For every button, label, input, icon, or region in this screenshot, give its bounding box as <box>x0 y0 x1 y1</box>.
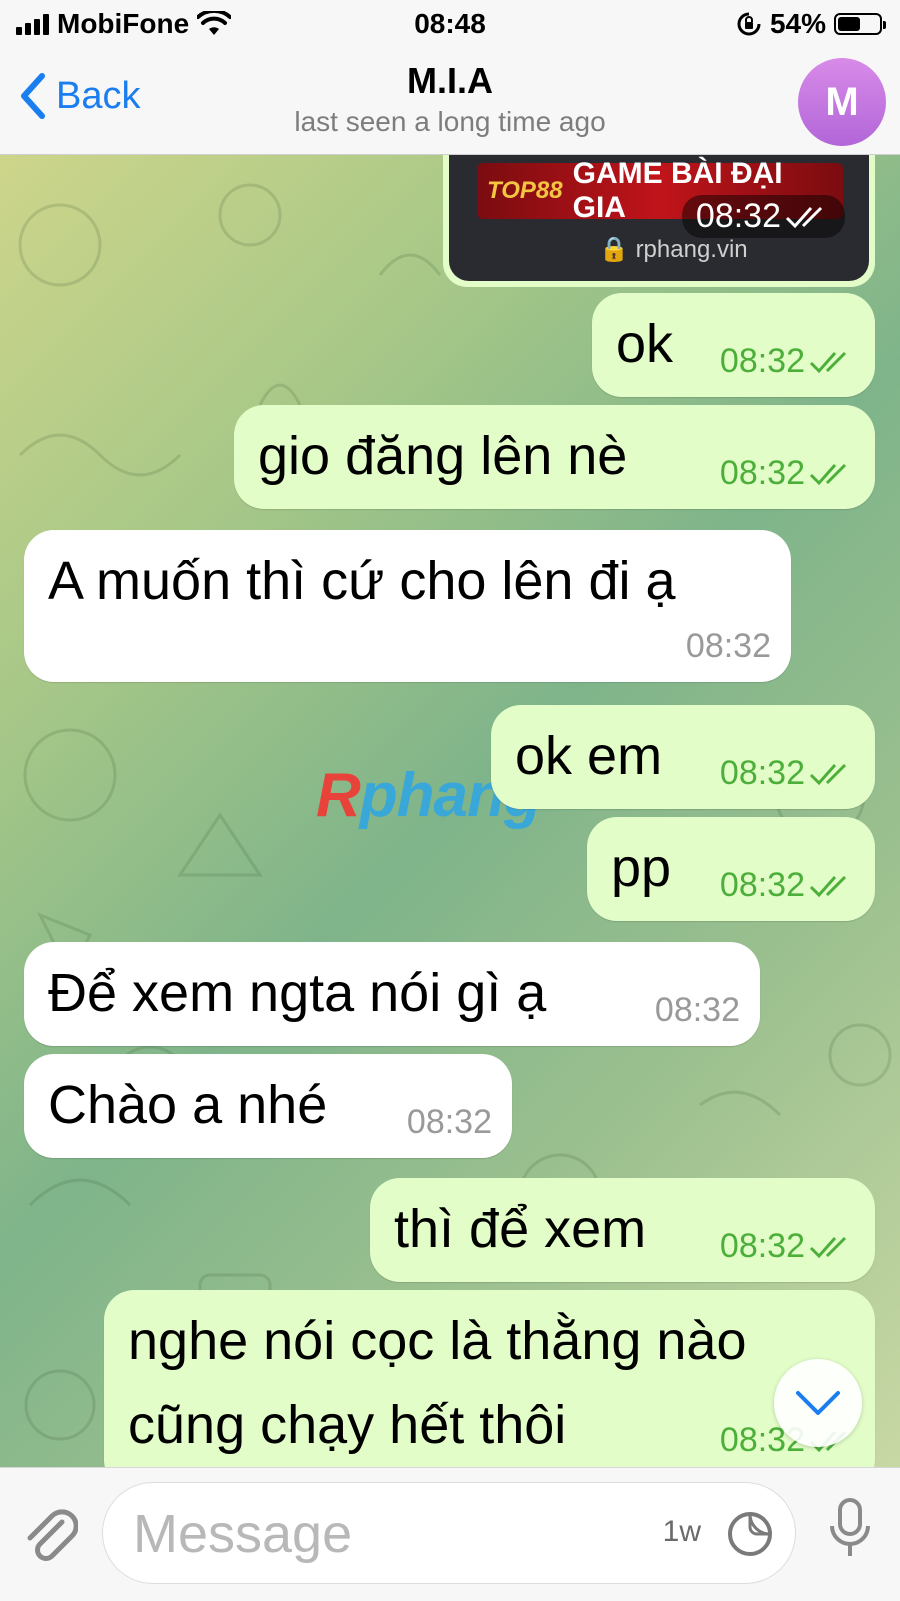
double-check-icon <box>809 463 847 485</box>
message-time: 08:32 <box>654 991 740 1029</box>
preview-timestamp: 08:32 <box>681 195 845 238</box>
message-outgoing[interactable]: gio đăng lên nè 08:32 <box>234 405 875 509</box>
message-time: 08:32 <box>406 1103 492 1141</box>
battery-percent: 54% <box>769 8 826 39</box>
battery-fill <box>838 17 860 31</box>
double-check-icon <box>809 875 847 897</box>
message-field[interactable]: 1w <box>102 1482 796 1584</box>
message-text: Để xem ngta nói gì ạ <box>48 963 547 1023</box>
message-text: ok <box>616 314 674 374</box>
message-text: thì để xem <box>394 1199 647 1259</box>
message-incoming[interactable]: Chào a nhé 08:32 <box>24 1054 512 1158</box>
preview-url-text: rphang.vin <box>635 236 748 263</box>
message-text-line2: cũng chạy hết thôi <box>128 1395 567 1455</box>
message-outgoing[interactable]: ok em 08:32 <box>491 705 875 809</box>
message-time: 08:32 <box>719 754 805 792</box>
message-meta: 08:32 <box>720 342 855 381</box>
message-time: 08:32 <box>719 454 805 492</box>
message-text: Chào a nhé <box>48 1075 328 1135</box>
message-text: A muốn thì cứ cho lên đi ạ <box>48 551 676 611</box>
last-seen-status: last seen a long time ago <box>294 106 606 137</box>
message-meta: 08:32 <box>720 754 855 793</box>
message-meta: 08:32 <box>686 627 771 666</box>
message-outgoing[interactable]: pp 08:32 <box>587 817 875 921</box>
preview-url[interactable]: 🔒 rphang.vin <box>599 235 748 264</box>
double-check-icon <box>809 1236 847 1258</box>
double-check-icon <box>785 206 823 228</box>
message-meta: 08:32 <box>655 991 740 1030</box>
message-meta: 08:32 <box>720 866 855 905</box>
message-time: 08:32 <box>719 866 805 904</box>
status-right: 54% <box>736 8 886 40</box>
message-meta: 08:32 <box>407 1103 492 1142</box>
message-outgoing[interactable]: ok 08:32 <box>592 293 875 397</box>
microphone-icon[interactable] <box>826 1496 874 1562</box>
double-check-icon <box>809 351 847 373</box>
message-text: gio đăng lên nè <box>258 426 628 486</box>
message-outgoing[interactable]: thì để xem 08:32 <box>370 1178 875 1282</box>
message-text-line1: nghe nói cọc là thằng nào <box>128 1311 747 1371</box>
message-incoming[interactable]: A muốn thì cứ cho lên đi ạ 08:32 <box>24 530 791 682</box>
chevron-down-icon <box>796 1391 840 1415</box>
message-time: 08:32 <box>719 1227 805 1265</box>
message-time: 08:32 <box>685 627 771 665</box>
composer-bar: 1w <box>0 1467 900 1601</box>
preview-time: 08:32 <box>695 197 781 235</box>
avatar-initial: M <box>825 79 859 124</box>
message-time: 08:32 <box>719 342 805 380</box>
rotation-lock-icon <box>737 12 761 36</box>
double-check-icon <box>809 763 847 785</box>
message-text: pp <box>611 838 672 898</box>
message-meta: 08:32 <box>720 454 855 493</box>
message-meta: 08:32 <box>720 1227 855 1266</box>
message-text: ok em <box>515 726 663 786</box>
paperclip-icon[interactable] <box>22 1504 78 1566</box>
link-preview-message[interactable]: TOP88 GAME BÀI ĐẠI GIA 🔒 rphang.vin 08:3… <box>443 155 875 287</box>
chat-title[interactable]: M.I.A <box>0 60 900 102</box>
chat-area[interactable]: TOP88 GAME BÀI ĐẠI GIA 🔒 rphang.vin 08:3… <box>0 155 900 1467</box>
self-destruct-timer[interactable]: 1w <box>663 1515 701 1549</box>
chat-header: Back M.I.A last seen a long time ago M <box>0 50 900 155</box>
sticker-icon[interactable] <box>725 1509 775 1559</box>
message-input[interactable] <box>131 1501 615 1567</box>
battery-icon <box>834 13 886 35</box>
scroll-to-bottom-button[interactable] <box>774 1359 862 1447</box>
message-outgoing[interactable]: nghe nói cọc là thằng nào cũng chạy hết … <box>104 1290 875 1467</box>
status-bar: MobiFone 08:48 54% <box>0 0 900 50</box>
banner-logo: TOP88 <box>487 177 563 204</box>
avatar[interactable]: M <box>798 58 886 146</box>
message-incoming[interactable]: Để xem ngta nói gì ạ 08:32 <box>24 942 760 1046</box>
